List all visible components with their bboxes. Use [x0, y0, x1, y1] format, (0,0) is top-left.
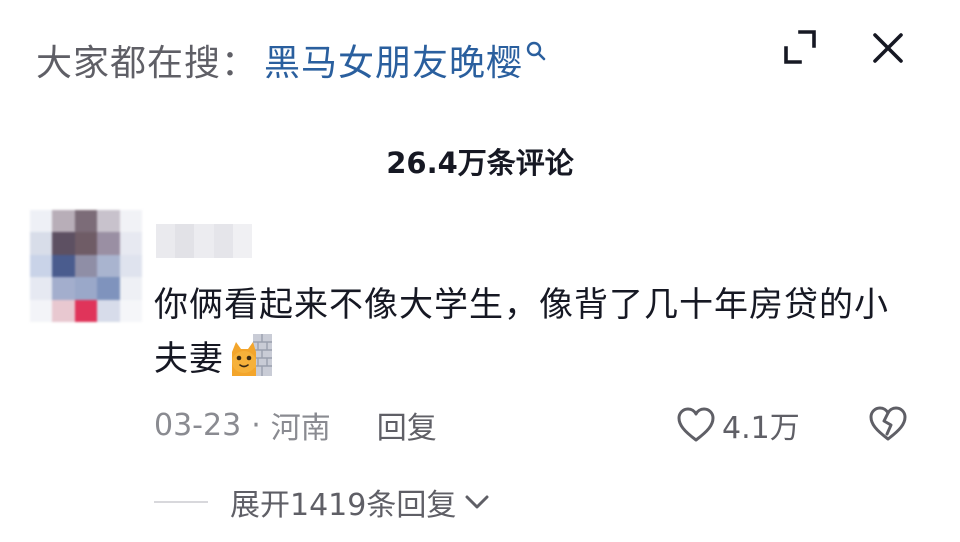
meta-separator: · [251, 407, 261, 443]
search-suggestion-term[interactable]: 黑马女朋友晚樱 [264, 34, 523, 86]
heart-icon [677, 407, 715, 442]
comment-date: 03-23 [154, 407, 242, 443]
comment-meta: 03-23 · 河南 回复 [154, 402, 437, 448]
chevron-down-icon [465, 495, 489, 509]
comment-text: 你俩看起来不像大学生，像背了几十年房贷的小夫妻 [154, 278, 914, 386]
like-count: 4.1万 [722, 411, 800, 446]
expand-icon [784, 30, 816, 64]
expand-divider [154, 501, 208, 503]
broken-heart-icon [869, 406, 907, 441]
cat-peeking-wall-icon [228, 332, 274, 378]
reply-button[interactable]: 回复 [377, 403, 437, 447]
expand-replies-label: 展开1419条回复 [230, 488, 457, 523]
search-icon[interactable] [525, 40, 547, 62]
search-suggestion-prefix: 大家都在搜： [36, 43, 259, 84]
dislike-button[interactable] [868, 404, 908, 444]
comments-panel: 大家都在搜： 黑马女朋友晚樱 26.4万条评论 你俩看起来不像大学生，像背了几十… [0, 0, 960, 542]
close-icon [873, 33, 903, 63]
close-button[interactable] [868, 28, 908, 68]
avatar[interactable] [30, 210, 142, 322]
comment-location: 河南 [270, 411, 331, 446]
comments-count-title: 26.4万条评论 [386, 146, 574, 180]
like-button[interactable]: 4.1万 [676, 402, 800, 448]
expand-button[interactable] [780, 28, 820, 68]
search-suggestion[interactable]: 大家都在搜： 黑马女朋友晚樱 [36, 30, 547, 90]
comment-username[interactable] [156, 224, 253, 258]
expand-replies-button[interactable]: 展开1419条回复 [154, 480, 490, 524]
